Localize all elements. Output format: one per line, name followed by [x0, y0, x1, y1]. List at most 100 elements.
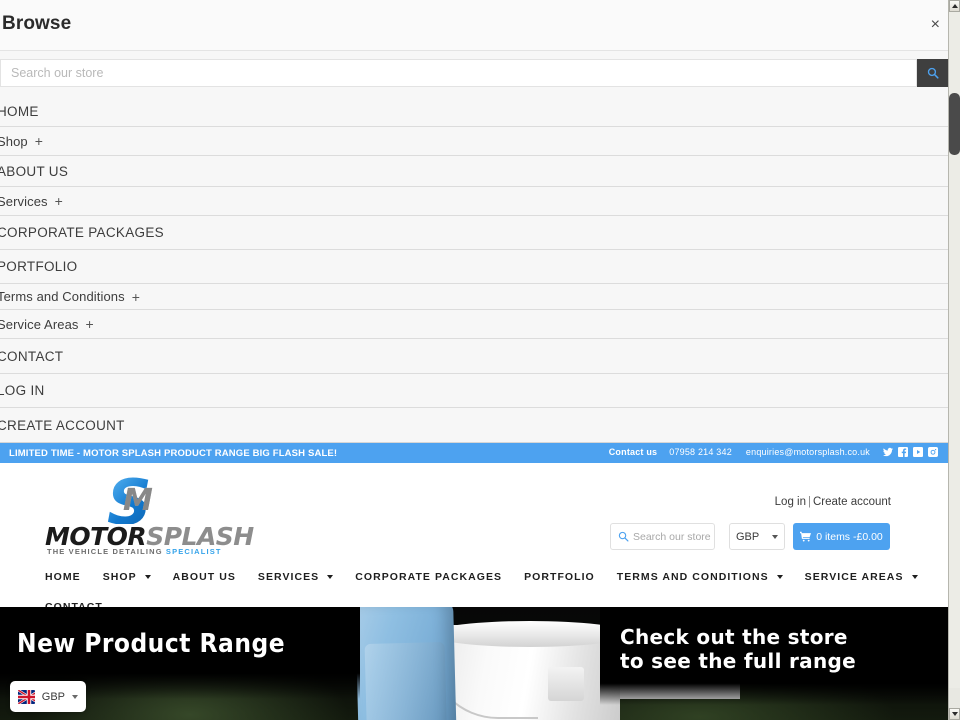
nav-item-services[interactable]: SERVICES	[257, 562, 334, 592]
nav-item-label: SERVICES	[257, 571, 320, 583]
contact-phone[interactable]: 07958 214 342	[669, 447, 732, 457]
nav-item-about-us[interactable]: ABOUT US	[173, 562, 236, 592]
chevron-down-icon	[144, 575, 151, 579]
drawer-menu-item-label: CREATE ACCOUNT	[0, 417, 125, 433]
search-icon	[618, 531, 629, 542]
chevron-down-icon	[911, 575, 918, 579]
drawer-search-button[interactable]	[917, 59, 948, 87]
scroll-down-arrow-icon[interactable]	[949, 708, 960, 720]
drawer-menu-item[interactable]: Service Areas +	[0, 310, 948, 339]
drawer-menu-item[interactable]: HOME	[0, 97, 948, 127]
currency-select-value: GBP	[736, 530, 760, 543]
logo-tagline-part2: SPECIALIST	[165, 547, 222, 556]
banner-headline-right-line1: Check out the store	[620, 625, 848, 649]
drawer-menu-item[interactable]: ABOUT US	[0, 156, 948, 187]
nav-item-label: SHOP	[102, 571, 137, 583]
drawer-search-input[interactable]	[0, 59, 917, 87]
scrollbar-thumb[interactable]	[949, 93, 960, 155]
drawer-menu-item-label: CONTACT	[0, 348, 64, 364]
expand-plus-icon[interactable]: +	[55, 193, 63, 209]
cart-label: 0 items -£0.00	[816, 530, 883, 543]
create-account-link[interactable]: Create account	[813, 496, 891, 508]
nav-item-label: CORPORATE PACKAGES	[355, 571, 503, 583]
currency-select[interactable]: GBP	[729, 523, 785, 550]
banner-headline-left: New Product Range	[17, 629, 286, 659]
vertical-scrollbar[interactable]	[948, 0, 960, 720]
account-links-separator: |	[808, 496, 811, 508]
drawer-menu-item-label: Services	[0, 193, 48, 209]
nav-item-home[interactable]: HOME	[45, 562, 81, 592]
drawer-header: Browse ×	[0, 0, 948, 51]
logo-tagline: THE VEHICLE DETAILING SPECIALIST	[47, 547, 222, 556]
banner-headline-right-line2: to see the full range	[620, 649, 856, 674]
contact-us-label[interactable]: Contact us	[609, 447, 658, 457]
nav-item-terms-and-conditions[interactable]: TERMS AND CONDITIONS	[617, 562, 783, 592]
instagram-icon[interactable]	[928, 447, 938, 457]
announcement-bar: LIMITED TIME - MOTOR SPLASH PRODUCT RANG…	[0, 443, 948, 463]
nav-item-label: HOME	[45, 571, 81, 583]
site-logo[interactable]: S M MOTORSPLASH THE VEHICLE DETAILING SP…	[45, 472, 254, 557]
announcement-text: LIMITED TIME - MOTOR SPLASH PRODUCT RANG…	[9, 448, 338, 459]
social-links	[883, 447, 938, 457]
hero-banner[interactable]: New Product Range Check out the store to…	[0, 607, 948, 720]
drawer-menu-item-label: PORTFOLIO	[0, 259, 78, 274]
banner-bucket-tab	[548, 667, 584, 701]
logo-tagline-part1: THE VEHICLE DETAILING	[47, 547, 166, 556]
drawer-title: Browse	[2, 13, 72, 34]
currency-floating-widget[interactable]: GBP	[10, 681, 86, 712]
logo-mark: S M	[45, 472, 245, 534]
header-search-input[interactable]	[633, 530, 714, 543]
currency-widget-label: GBP	[41, 690, 65, 703]
site-page: LIMITED TIME - MOTOR SPLASH PRODUCT RANG…	[0, 443, 948, 720]
facebook-icon[interactable]	[898, 447, 908, 457]
search-icon	[927, 67, 939, 79]
logo-letter-m: M	[123, 483, 153, 518]
drawer-menu-item[interactable]: Shop +	[0, 127, 948, 156]
chevron-down-icon	[327, 575, 334, 579]
drawer-menu-item[interactable]: CONTACT	[0, 339, 948, 374]
drawer-menu-item-label: Shop	[0, 133, 28, 149]
nav-item-label: PORTFOLIO	[524, 571, 595, 583]
expand-plus-icon[interactable]: +	[35, 133, 43, 149]
chevron-down-icon	[72, 694, 78, 699]
nav-item-label: ABOUT US	[172, 571, 236, 583]
nav-item-label: TERMS AND CONDITIONS	[616, 571, 769, 583]
shopping-cart-icon	[800, 531, 812, 542]
account-links: Log in | Create account	[775, 496, 891, 508]
drawer-menu-item[interactable]: LOG IN	[0, 374, 948, 408]
drawer-menu-item[interactable]: PORTFOLIO	[0, 250, 948, 284]
drawer-menu-item[interactable]: Terms and Conditions +	[0, 284, 948, 310]
drawer-menu-item[interactable]: Services +	[0, 187, 948, 216]
log-in-link[interactable]: Log in	[775, 496, 806, 508]
contact-info-group: Contact us 07958 214 342 enquiries@motor…	[609, 447, 938, 457]
browse-drawer: Browse × HOME Shop + ABOUT US Services + CORPO…	[0, 0, 948, 443]
youtube-icon[interactable]	[913, 447, 923, 457]
drawer-menu-item[interactable]: CORPORATE PACKAGES	[0, 216, 948, 250]
drawer-menu-item-label: HOME	[0, 104, 39, 119]
cart-button[interactable]: 0 items -£0.00	[793, 523, 890, 550]
nav-item-portfolio[interactable]: PORTFOLIO	[524, 562, 595, 592]
drawer-menu-item[interactable]: CREATE ACCOUNT	[0, 408, 948, 442]
expand-plus-icon[interactable]: +	[86, 316, 94, 332]
chevron-down-icon	[776, 575, 783, 579]
uk-flag-icon	[18, 689, 35, 704]
site-header: S M MOTORSPLASH THE VEHICLE DETAILING SP…	[0, 463, 948, 562]
browser-viewport: LIMITED TIME - MOTOR SPLASH PRODUCT RANG…	[0, 0, 960, 720]
chevron-down-icon	[772, 534, 778, 539]
nav-item-corporate-packages[interactable]: CORPORATE PACKAGES	[355, 562, 502, 592]
drawer-menu-item-label: CORPORATE PACKAGES	[0, 225, 164, 240]
header-search-box[interactable]	[610, 523, 715, 550]
close-icon[interactable]: ×	[931, 17, 940, 33]
drawer-menu-item-label: Terms and Conditions	[0, 289, 125, 304]
contact-email[interactable]: enquiries@motorsplash.co.uk	[746, 447, 870, 457]
nav-item-service-areas[interactable]: SERVICE AREAS	[805, 562, 918, 592]
drawer-menu-item-label: Service Areas	[0, 316, 79, 332]
banner-towel-fold	[364, 641, 448, 720]
expand-plus-icon[interactable]: +	[132, 289, 140, 305]
nav-item-shop[interactable]: SHOP	[103, 562, 151, 592]
twitter-icon[interactable]	[883, 447, 893, 457]
scroll-up-arrow-icon[interactable]	[949, 0, 960, 12]
nav-item-label: SERVICE AREAS	[804, 571, 904, 583]
banner-headline-right: Check out the store to see the full rang…	[620, 625, 856, 674]
drawer-menu-item-label: ABOUT US	[0, 163, 69, 179]
